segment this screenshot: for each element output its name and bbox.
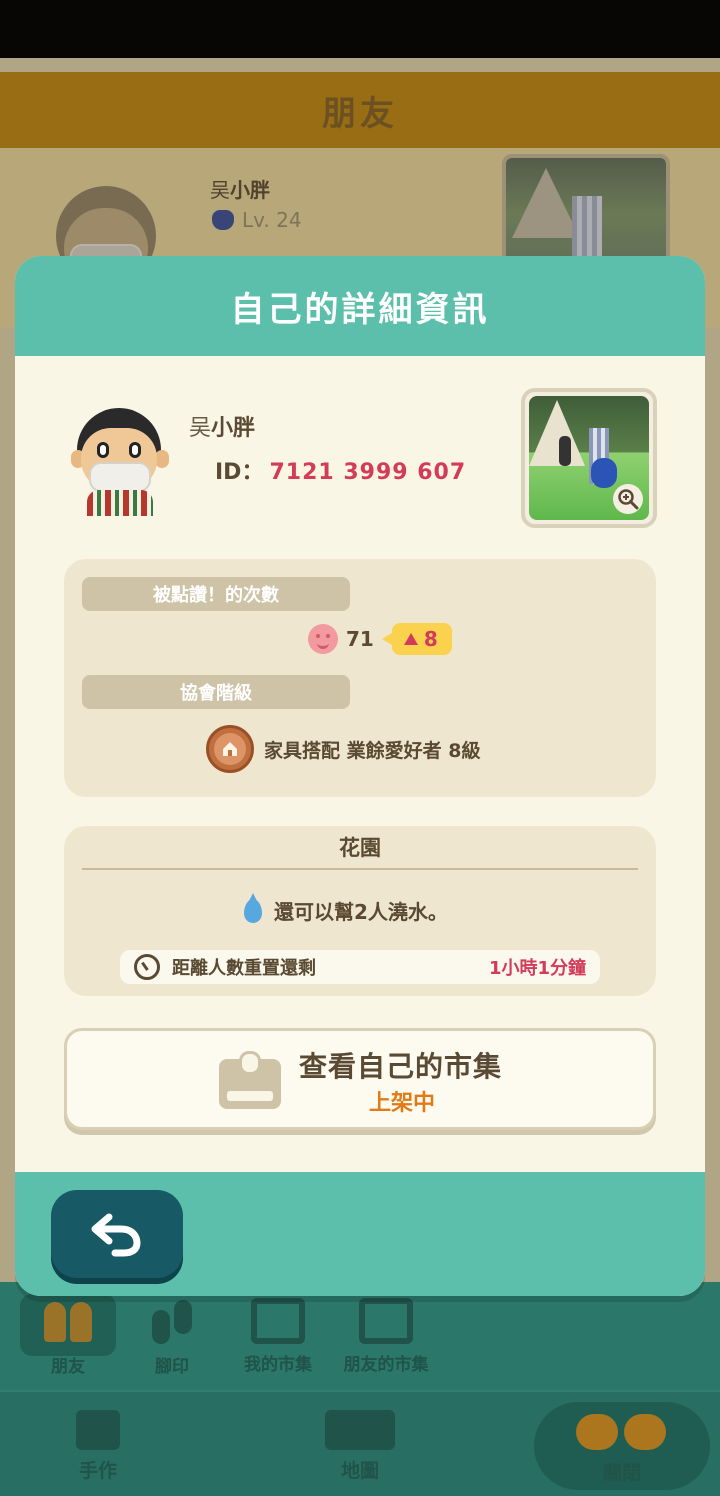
player-avatar xyxy=(71,400,169,516)
garden-title: 花園 xyxy=(339,836,381,860)
back-button[interactable] xyxy=(51,1190,183,1278)
rank-row: 家具搭配 業餘愛好者 8級 xyxy=(206,725,480,773)
stats-panel: 被點讚！的次數 71 8 協會階級 家具搭配 業餘愛好者 8級 xyxy=(64,559,656,797)
room-thumbnail[interactable] xyxy=(521,388,657,528)
view-my-market-button[interactable]: 查看自己的市集 上架中 xyxy=(64,1028,656,1130)
likes-count: 71 xyxy=(346,627,374,651)
clock-icon xyxy=(134,954,160,980)
reset-timer-row: 距離人數重置還剩 1小時1分鐘 xyxy=(120,950,600,984)
bronze-medal-icon xyxy=(206,725,254,773)
water-drop-icon xyxy=(244,892,262,923)
market-box-icon xyxy=(219,1051,281,1109)
my-details-dialog: 自己的詳細資訊 吴小胖 ID： 7121 3999 607 被點讚！的次數 71… xyxy=(15,256,705,1296)
reset-label: 距離人數重置還剩 xyxy=(172,958,316,979)
dialog-header: 自己的詳細資訊 xyxy=(15,256,705,356)
smile-icon xyxy=(308,624,338,654)
water-row: 還可以幫2人澆水。 xyxy=(244,892,448,925)
market-status: 上架中 xyxy=(369,1091,436,1116)
likes-increase-badge: 8 xyxy=(381,623,452,655)
likes-label: 被點讚！的次數 xyxy=(82,577,350,611)
player-id: ID： 7121 3999 607 xyxy=(215,454,466,486)
player-name: 吴小胖 xyxy=(189,416,256,441)
player-id-value: 7121 3999 607 xyxy=(269,460,467,485)
divider xyxy=(82,868,638,870)
zoom-in-icon[interactable] xyxy=(613,484,643,514)
dialog-footer xyxy=(15,1172,705,1296)
dialog-title: 自己的詳細資訊 xyxy=(230,289,490,330)
back-arrow-icon xyxy=(91,1213,141,1257)
rank-value: 家具搭配 業餘愛好者 8級 xyxy=(264,739,481,762)
likes-row: 71 8 xyxy=(308,623,452,655)
player-id-label: ID： xyxy=(215,460,264,485)
water-text: 還可以幫2人澆水。 xyxy=(274,900,448,924)
rank-label: 協會階級 xyxy=(82,675,350,709)
reset-remaining: 1小時1分鐘 xyxy=(488,958,586,979)
market-button-label: 查看自己的市集 xyxy=(299,1050,503,1083)
profile-section: 吴小胖 ID： 7121 3999 607 xyxy=(15,366,705,536)
likes-increase-value: 8 xyxy=(423,627,438,651)
garden-panel: 花園 還可以幫2人澆水。 距離人數重置還剩 1小時1分鐘 xyxy=(64,826,656,996)
up-arrow-icon xyxy=(403,633,418,645)
